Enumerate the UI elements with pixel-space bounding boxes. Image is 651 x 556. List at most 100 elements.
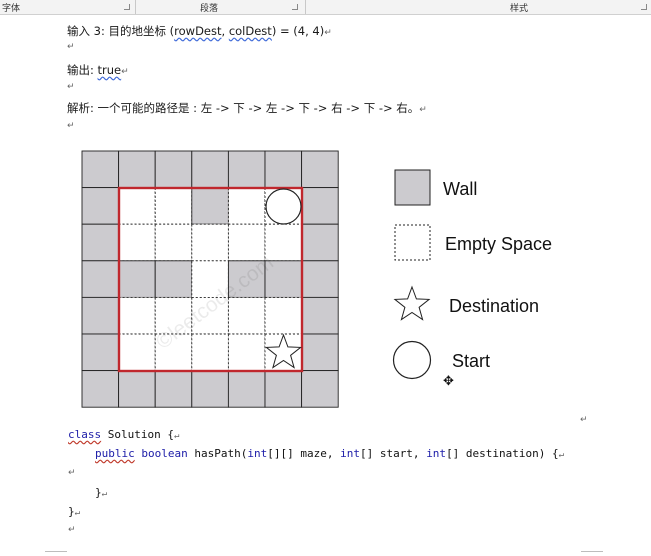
maze-grid <box>81 150 339 408</box>
paragraph-mark: ↵ <box>121 67 129 77</box>
paragraph-mark: ↵ <box>101 489 108 499</box>
wall-cell <box>81 187 120 225</box>
wall-cell <box>81 150 120 189</box>
legend-start-label: Start <box>452 351 490 371</box>
wall-cell <box>154 150 193 189</box>
code-text: } <box>68 505 75 518</box>
paragraph-mark: ↵ <box>67 42 75 52</box>
empty-cell <box>264 223 303 262</box>
keyword-int: int <box>340 447 360 460</box>
wall-cell <box>227 370 266 408</box>
keyword-public: public <box>95 447 135 460</box>
paragraph-mark: ↵ <box>68 525 76 535</box>
ribbon-separator <box>305 0 306 14</box>
code-line-class[interactable]: class Solution {↵ <box>68 428 179 441</box>
wall-cell <box>81 333 120 372</box>
move-cursor-icon: ✥ <box>443 374 454 389</box>
code-line-method[interactable]: public boolean hasPath(int[][] maze, int… <box>95 447 564 460</box>
legend-empty-swatch <box>394 224 431 261</box>
code-text: hasPath( <box>187 447 248 460</box>
legend-wall-label: Wall <box>443 179 477 199</box>
empty-cell <box>118 187 156 225</box>
code-text: Solution { <box>101 428 174 441</box>
empty-cell <box>227 333 266 372</box>
legend-start-circle-icon <box>392 340 432 380</box>
empty-cell <box>118 296 156 335</box>
code-text: } <box>95 486 102 499</box>
input3-prefix: 输入 3: 目的地坐标 ( <box>67 24 175 38</box>
empty-cell <box>118 223 156 262</box>
font-dialog-launcher-icon[interactable] <box>124 4 130 10</box>
paragraph-mark: ↵ <box>74 508 81 518</box>
ribbon-bar: 字体 段落 样式 <box>0 0 651 15</box>
paragraph-dialog-launcher-icon[interactable] <box>292 4 298 10</box>
empty-cell <box>227 187 266 225</box>
keyword-int: int <box>426 447 447 460</box>
input3-var-coldest: colDest <box>228 24 272 38</box>
paragraph-mark: ↵ <box>580 415 588 425</box>
explanation-text: 解析: 一个可能的路径是 : 左 -> 下 -> 左 -> 下 -> 右 -> … <box>67 101 420 115</box>
wall-cell <box>264 150 303 189</box>
explanation-line[interactable]: 解析: 一个可能的路径是 : 左 -> 下 -> 左 -> 下 -> 右 -> … <box>67 100 427 116</box>
wall-cell <box>301 370 339 408</box>
wall-cell <box>301 260 339 298</box>
ribbon-font-group-label[interactable]: 字体 <box>2 1 20 14</box>
wall-cell <box>81 370 120 408</box>
empty-cell <box>191 223 229 262</box>
code-text: [] destination) { <box>446 447 559 460</box>
input3-line[interactable]: 输入 3: 目的地坐标 (rowDest, colDest) = (4, 4)↵ <box>67 23 332 39</box>
empty-cell <box>154 223 193 262</box>
output-label: 输出: <box>67 63 98 77</box>
wall-cell <box>191 150 229 189</box>
maze-diagram: ©leetcode.com Wall Empty Space Destinati… <box>81 150 552 408</box>
legend-destination-label: Destination <box>449 296 539 316</box>
paragraph-mark: ↵ <box>558 450 565 460</box>
code-text: [] start, <box>359 447 427 460</box>
paragraph-mark: ↵ <box>67 82 75 92</box>
output-value: true <box>97 63 122 77</box>
wall-cell <box>301 333 339 372</box>
wall-cell <box>227 150 266 189</box>
wall-cell <box>264 370 303 408</box>
page-edge-marker <box>581 551 603 552</box>
styles-dialog-launcher-icon[interactable] <box>641 4 647 10</box>
ribbon-styles-group-label[interactable]: 样式 <box>510 1 528 14</box>
paragraph-mark: ↵ <box>68 468 76 478</box>
empty-cell <box>227 296 266 335</box>
wall-cell <box>301 223 339 262</box>
code-line-close-class[interactable]: }↵ <box>68 505 80 518</box>
wall-cell <box>301 187 339 225</box>
wall-cell <box>118 370 156 408</box>
empty-cell <box>154 187 193 225</box>
wall-cell <box>81 260 120 298</box>
paragraph-mark: ↵ <box>67 121 75 131</box>
code-text: [][] maze, <box>267 447 341 460</box>
wall-cell <box>191 370 229 408</box>
paragraph-mark: ↵ <box>324 28 332 38</box>
input3-comma: , <box>221 24 229 38</box>
keyword-class: class <box>68 428 102 441</box>
code-line-close-method[interactable]: }↵ <box>95 486 107 499</box>
wall-cell <box>118 150 156 189</box>
wall-cell <box>301 296 339 335</box>
wall-cell <box>118 260 156 298</box>
start-marker-icon <box>265 188 302 225</box>
empty-cell <box>118 333 156 372</box>
legend-wall-swatch <box>394 169 431 206</box>
wall-cell <box>81 223 120 262</box>
keyword-boolean: boolean <box>141 447 188 460</box>
wall-cell <box>301 150 339 189</box>
page-edge-marker <box>45 551 67 552</box>
maze-figure[interactable]: ©leetcode.com Wall Empty Space Destinati… <box>78 147 578 416</box>
legend-destination-star-icon <box>393 285 431 321</box>
empty-cell <box>264 296 303 335</box>
empty-cell <box>191 333 229 372</box>
output-line[interactable]: 输出: true↵ <box>67 62 129 78</box>
paragraph-mark: ↵ <box>419 105 427 115</box>
legend-empty-label: Empty Space <box>445 234 552 254</box>
paragraph-mark: ↵ <box>173 431 180 441</box>
wall-cell <box>154 370 193 408</box>
wall-cell <box>154 260 193 298</box>
ribbon-separator <box>135 0 136 14</box>
ribbon-paragraph-group-label[interactable]: 段落 <box>200 1 218 14</box>
